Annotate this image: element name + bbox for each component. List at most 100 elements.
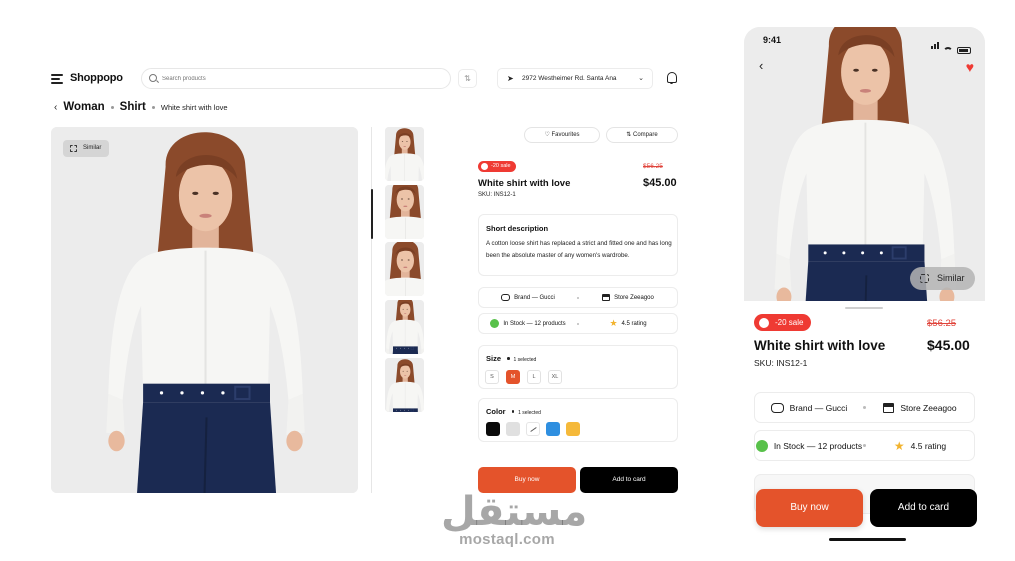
model-photo bbox=[51, 127, 358, 493]
product-main-image[interactable]: Similar bbox=[51, 127, 358, 493]
old-price: $56.25 bbox=[643, 163, 663, 170]
short-description-card: Short description A cotton loose shirt h… bbox=[478, 214, 678, 276]
mobile-store-info[interactable]: Store Zeeagoo bbox=[866, 402, 974, 413]
color-swatch-blue[interactable] bbox=[546, 422, 560, 436]
brand-logo[interactable]: Shoppopo bbox=[70, 72, 123, 84]
mobile-buy-now-button[interactable]: Buy now bbox=[756, 489, 863, 527]
watermark-logo: مستقل bbox=[441, 489, 588, 535]
color-swatch-white[interactable] bbox=[526, 422, 540, 436]
navigation-arrow-icon: ➤ bbox=[507, 74, 514, 83]
compare-arrows-icon: ⇅ bbox=[626, 132, 632, 138]
mobile-stock-info: In Stock — 12 products bbox=[755, 439, 863, 452]
breadcrumb-woman[interactable]: Woman bbox=[63, 101, 104, 113]
color-heading: Color 1 selected bbox=[486, 407, 541, 416]
color-selector-card: Color 1 selected bbox=[478, 398, 678, 442]
hamburger-menu-icon[interactable] bbox=[51, 74, 63, 84]
thumbnail-3[interactable] bbox=[385, 242, 424, 296]
mobile-old-price: $56.25 bbox=[927, 318, 957, 329]
description-heading: Short description bbox=[486, 224, 549, 233]
mobile-stock-rating-card: In Stock — 12 products ★ 4.5 rating bbox=[754, 430, 975, 461]
similar-button[interactable]: Similar bbox=[63, 140, 110, 157]
notification-bell-icon[interactable] bbox=[667, 72, 677, 84]
favourites-button[interactable]: ♡ Favourites bbox=[524, 127, 600, 143]
size-heading: Size 1 selected bbox=[486, 354, 536, 363]
stock-info: In Stock — 12 products bbox=[479, 319, 577, 328]
size-option-l[interactable]: L bbox=[527, 370, 541, 384]
compare-button[interactable]: ⇅ Compare bbox=[606, 127, 678, 143]
status-icons bbox=[930, 36, 971, 54]
thumbnail-1[interactable] bbox=[385, 127, 424, 181]
breadcrumb-current: White shirt with love bbox=[160, 102, 228, 112]
sheet-grabber[interactable] bbox=[845, 307, 883, 309]
mobile-product-image[interactable] bbox=[744, 27, 985, 337]
color-heading-text: Color bbox=[486, 407, 506, 416]
brand-store-card: Brand — Gucci Store Zeeagoo bbox=[478, 287, 678, 308]
size-option-m[interactable]: M bbox=[506, 370, 520, 384]
favourites-label: Favourites bbox=[551, 132, 580, 138]
size-option-s[interactable]: S bbox=[485, 370, 499, 384]
mobile-similar-button[interactable]: Similar bbox=[910, 267, 975, 290]
mobile-stock-label: In Stock — 12 products bbox=[773, 440, 863, 451]
top-bar: Shoppopo ⇅ ➤ 2972 Westheimer Rd. Santa A… bbox=[51, 68, 681, 90]
home-indicator[interactable] bbox=[829, 538, 906, 541]
scan-icon bbox=[70, 145, 77, 152]
add-to-cart-button[interactable]: Add to card bbox=[580, 467, 678, 493]
mobile-sale-badge: -20 sale bbox=[754, 314, 812, 331]
favourite-heart-icon[interactable]: ♥ bbox=[966, 60, 974, 74]
heart-outline-icon: ♡ bbox=[544, 132, 550, 138]
color-swatch-yellow[interactable] bbox=[566, 422, 580, 436]
product-title: White shirt with love bbox=[478, 178, 571, 189]
brand-icon bbox=[770, 402, 784, 413]
sort-icon[interactable]: ⇅ bbox=[458, 69, 477, 88]
brand-label: Brand — Gucci bbox=[514, 294, 555, 301]
mobile-model-photo bbox=[744, 27, 985, 337]
thumbnail-2[interactable] bbox=[385, 185, 424, 239]
rating-info[interactable]: ★ 4.5 rating bbox=[579, 319, 677, 328]
search-bar[interactable] bbox=[141, 68, 451, 89]
thumbnail-5[interactable] bbox=[385, 358, 424, 412]
sale-badge: -20 sale bbox=[478, 161, 516, 172]
product-price: $45.00 bbox=[643, 177, 677, 189]
chevron-down-icon: ⌄ bbox=[638, 75, 644, 82]
thumbnail-scrollbar[interactable] bbox=[371, 189, 373, 239]
mobile-brand-info[interactable]: Brand — Gucci bbox=[755, 402, 863, 413]
back-chevron-icon[interactable]: ‹ bbox=[54, 102, 57, 113]
size-selected-count: 1 selected bbox=[513, 357, 537, 363]
mobile-product-sku: SKU: INS12-1 bbox=[754, 358, 808, 368]
watermark-url: mostaql.com bbox=[459, 531, 555, 548]
color-swatch-black[interactable] bbox=[486, 422, 500, 436]
battery-icon bbox=[957, 47, 971, 54]
store-info[interactable]: Store Zeeagoo bbox=[579, 294, 677, 301]
store-icon bbox=[602, 294, 611, 301]
breadcrumb-shirt[interactable]: Shirt bbox=[120, 101, 146, 113]
bullet bbox=[511, 410, 515, 413]
in-stock-icon bbox=[490, 319, 500, 328]
color-swatch-grey[interactable] bbox=[506, 422, 520, 436]
thumbnail-image bbox=[385, 300, 424, 354]
scan-icon bbox=[920, 274, 929, 283]
in-stock-icon bbox=[755, 439, 768, 452]
size-option-xl[interactable]: XL bbox=[548, 370, 562, 384]
mobile-rating-info[interactable]: ★ 4.5 rating bbox=[866, 440, 974, 452]
brand-info[interactable]: Brand — Gucci bbox=[479, 294, 577, 301]
store-label: Store Zeeagoo bbox=[614, 294, 654, 301]
breadcrumb-separator bbox=[151, 105, 155, 109]
mobile-rating-label: 4.5 rating bbox=[910, 440, 947, 451]
address-selector[interactable]: ➤ 2972 Westheimer Rd. Santa Ana ⌄ bbox=[497, 68, 653, 89]
back-chevron-icon[interactable]: ‹ bbox=[759, 58, 763, 73]
description-text: A cotton loose shirt has replaced a stri… bbox=[486, 240, 672, 259]
thumbnail-image bbox=[385, 185, 424, 239]
mobile-add-to-cart-button[interactable]: Add to card bbox=[870, 489, 977, 527]
color-selected-count: 1 selected bbox=[518, 410, 541, 416]
stock-rating-card: In Stock — 12 products ★ 4.5 rating bbox=[478, 313, 678, 334]
thumbnail-4[interactable] bbox=[385, 300, 424, 354]
size-heading-text: Size bbox=[486, 354, 502, 363]
search-input[interactable] bbox=[162, 72, 442, 86]
mobile-store-label: Store Zeeagoo bbox=[900, 402, 957, 413]
breadcrumb-separator bbox=[110, 105, 114, 109]
store-icon bbox=[883, 402, 895, 413]
mobile-brand-store-card: Brand — Gucci Store Zeeagoo bbox=[754, 392, 975, 423]
thumbnail-image bbox=[385, 127, 424, 181]
breadcrumb: ‹ Woman Shirt White shirt with love bbox=[54, 100, 228, 114]
compare-label: Compare bbox=[633, 132, 658, 138]
